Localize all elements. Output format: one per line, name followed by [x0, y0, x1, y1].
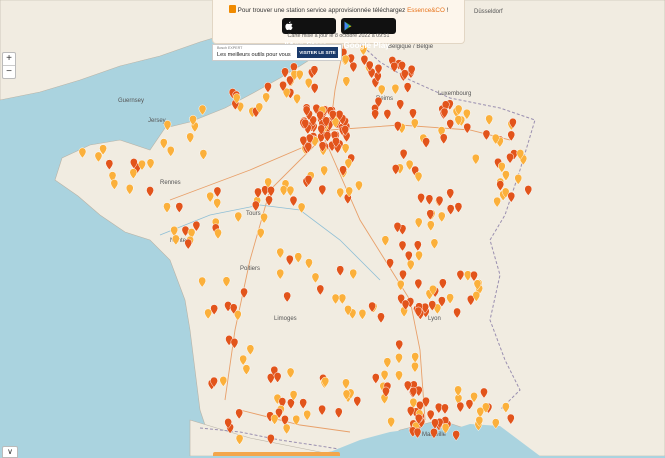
label-luxembourg: Luxembourg	[438, 91, 471, 97]
apple-icon	[284, 21, 293, 30]
banner-text-end: !	[444, 7, 449, 14]
map-canvas[interactable]: Guernsey Jersey Belgique / België Düssel…	[0, 0, 665, 456]
label-jersey: Jersey	[148, 118, 166, 124]
ad-text: Les meilleurs outils pour vous	[217, 52, 291, 58]
banner-message: Pour trouver une station service approvi…	[213, 5, 464, 14]
fuel-pump-icon	[228, 5, 236, 13]
ad-banner[interactable]: Bosch EXPERT Les meilleurs outils pour v…	[212, 44, 342, 61]
label-guernsey: Guernsey	[118, 98, 144, 104]
label-poitiers: Poitiers	[240, 266, 260, 272]
banner-text: Pour trouver une station service approvi…	[237, 7, 408, 14]
banner-brand-link[interactable]: Essence&CO	[407, 7, 445, 14]
visit-site-button[interactable]: VISITER LE SITE	[297, 47, 338, 58]
label-lyon: Lyon	[428, 316, 441, 322]
label-rennes: Rennes	[160, 180, 181, 186]
last-updated: Carte mise à jour le 8 octobre 2022 à 09…	[287, 33, 390, 39]
app-store-button[interactable]: Téléchargez dansl'App Store	[281, 18, 336, 50]
label-tours: Tours	[246, 211, 261, 217]
zoom-in-button[interactable]: +	[3, 53, 15, 65]
chevron-down-icon[interactable]: ∨	[2, 446, 18, 458]
google-play-icon	[344, 21, 351, 31]
zoom-control: + −	[2, 52, 16, 79]
google-play-button[interactable]: GET IT ON Google Play	[340, 18, 396, 50]
app-banner: Pour trouver une station service approvi…	[212, 0, 465, 50]
label-limoges: Limoges	[274, 316, 297, 322]
ad-brand: Bosch EXPERT	[217, 46, 243, 50]
bottom-panel-handle[interactable]	[213, 452, 340, 456]
label-belgique: Belgique / België	[388, 44, 434, 50]
label-dusseldorf: Düsseldorf	[474, 9, 503, 15]
zoom-out-button[interactable]: −	[3, 65, 15, 78]
google-play-label: Google Play	[343, 41, 390, 50]
